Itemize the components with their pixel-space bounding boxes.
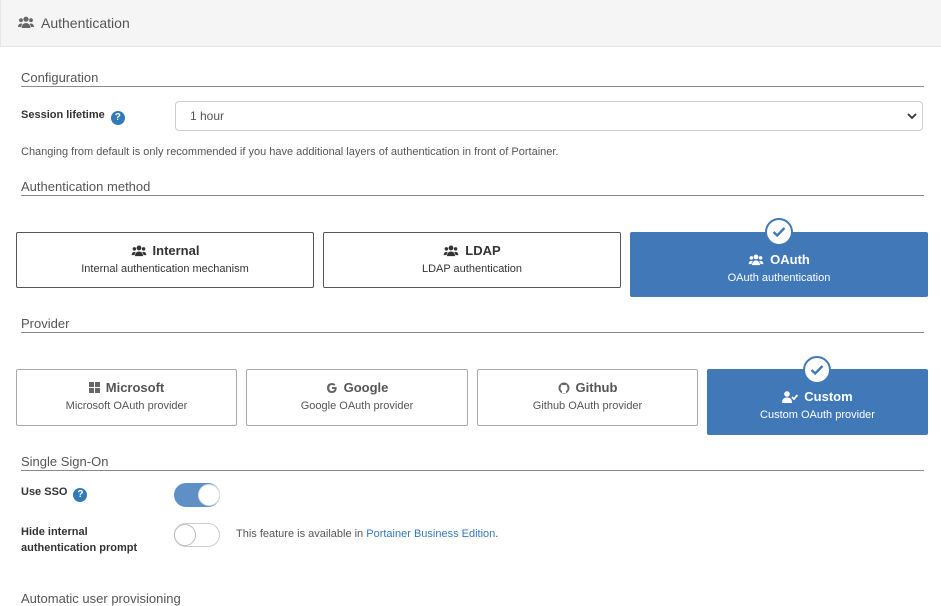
auth-option-title: Internal: [152, 243, 200, 258]
auth-option-subtitle: LDAP authentication: [421, 263, 523, 275]
session-lifetime-select[interactable]: 1 hour: [175, 101, 923, 131]
provider-option-microsoft[interactable]: Microsoft Microsoft OAuth provider: [16, 369, 237, 426]
provider-option-github[interactable]: Github Github OAuth provider: [477, 369, 698, 426]
use-sso-label: Use SSO?: [21, 484, 88, 502]
feature-notice-text: This feature is available in: [236, 528, 364, 540]
auth-option-subtitle: Internal authentication mechanism: [81, 263, 249, 275]
toggle-knob: [198, 484, 220, 506]
selected-check-icon: [803, 356, 831, 384]
google-icon: [326, 382, 337, 393]
divider: [21, 332, 924, 333]
session-lifetime-value: 1 hour: [190, 109, 225, 123]
feature-notice-suffix: .: [495, 528, 499, 540]
auth-option-title: LDAP: [465, 243, 501, 258]
divider: [21, 195, 924, 196]
provider-option-title: Google: [343, 380, 389, 395]
selected-check-icon: [765, 218, 793, 246]
provider-option-google[interactable]: Google Google OAuth provider: [246, 369, 468, 426]
page-title: Authentication: [41, 15, 130, 31]
auth-option-subtitle: OAuth authentication: [727, 272, 831, 284]
github-icon: [558, 382, 570, 393]
business-edition-link[interactable]: Portainer Business Edition: [366, 528, 495, 540]
auth-option-internal[interactable]: Internal Internal authentication mechani…: [16, 232, 314, 288]
provider-option-title: Microsoft: [105, 380, 165, 395]
section-title-provisioning: Automatic user provisioning: [21, 591, 181, 606]
session-lifetime-label-text: Session lifetime: [21, 109, 105, 121]
feature-notice: This feature is available in Portainer B…: [236, 528, 498, 540]
chevron-down-icon: [907, 113, 917, 120]
section-title-provider: Provider: [21, 316, 70, 331]
divider: [21, 470, 924, 471]
auth-option-ldap[interactable]: LDAP LDAP authentication: [323, 232, 621, 288]
provider-option-title: Github: [575, 380, 618, 395]
provider-option-title: Custom: [804, 389, 853, 404]
users-icon: [131, 245, 146, 256]
auth-option-title: OAuth: [770, 252, 810, 267]
section-title-auth-method: Authentication method: [21, 179, 151, 194]
users-icon: [18, 16, 34, 28]
windows-icon: [88, 382, 100, 393]
provider-option-subtitle: Google OAuth provider: [300, 400, 414, 412]
use-sso-label-text: Use SSO: [21, 486, 68, 498]
provider-option-subtitle: Custom OAuth provider: [760, 409, 875, 421]
provider-option-subtitle: Microsoft OAuth provider: [65, 400, 188, 412]
toggle-knob: [174, 524, 196, 546]
panel-header: Authentication: [0, 0, 941, 47]
user-check-icon: [782, 390, 799, 403]
provider-option-subtitle: Github OAuth provider: [532, 400, 643, 412]
help-icon[interactable]: ?: [73, 488, 88, 502]
session-lifetime-hint: Changing from default is only recommende…: [21, 146, 559, 158]
users-icon: [748, 254, 764, 265]
users-icon: [443, 245, 459, 256]
section-title-sso: Single Sign-On: [21, 454, 109, 469]
session-lifetime-label: Session lifetime?: [21, 107, 125, 125]
section-title-configuration: Configuration: [21, 70, 99, 85]
use-sso-toggle[interactable]: [174, 483, 220, 507]
hide-prompt-toggle[interactable]: [174, 523, 220, 547]
hide-prompt-label: Hide internal authentication prompt: [21, 526, 138, 554]
divider: [21, 86, 924, 87]
help-icon[interactable]: ?: [110, 111, 125, 125]
